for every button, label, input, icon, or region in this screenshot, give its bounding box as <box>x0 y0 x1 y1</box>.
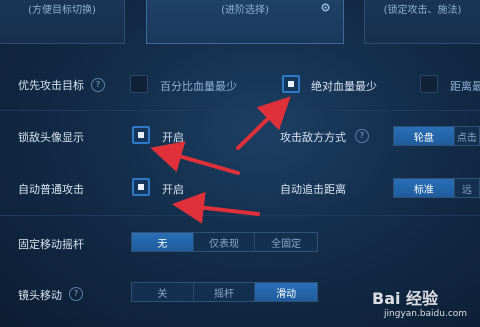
annotation-arrow <box>236 96 291 150</box>
annotation-arrow <box>172 191 260 224</box>
watermark-logo: Bai 经验 <box>372 289 439 308</box>
watermark-url: jingyan.baidu.com <box>384 309 468 319</box>
annotation-arrows <box>150 96 291 224</box>
annotation-arrow <box>150 141 240 175</box>
